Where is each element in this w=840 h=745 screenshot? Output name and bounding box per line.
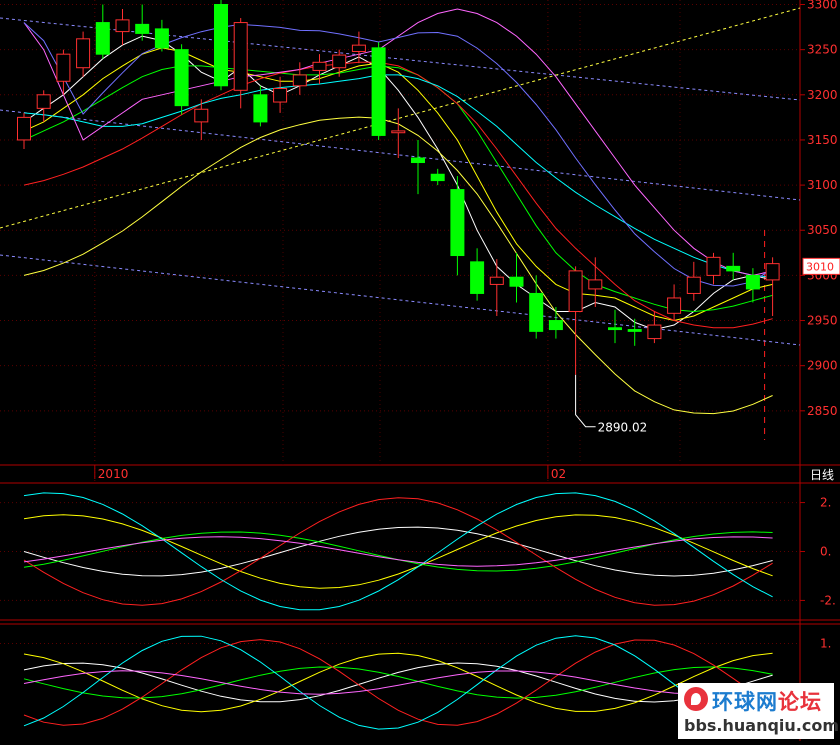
ma-line-4 [23, 74, 773, 278]
panel2-tick-label: 1. [820, 637, 831, 651]
candle-body [470, 261, 485, 294]
y-tick-label: 3200 [807, 88, 838, 102]
band-lower-line [23, 116, 773, 415]
watermark-title-part1: 环球网 [712, 690, 778, 714]
kline-chart: 3300325032003150310030503000295029002850… [0, 0, 840, 741]
candle-body [391, 130, 406, 134]
candle-body [233, 22, 248, 91]
candle-body [115, 19, 130, 33]
panel1-tick-label: -2. [820, 593, 836, 607]
watermark-title-part2: 论坛 [778, 690, 822, 714]
channel-mid-line [0, 109, 801, 201]
panel1-tick-label: 2. [820, 496, 831, 510]
candle-body [627, 329, 642, 332]
y-tick-label: 3150 [807, 133, 838, 147]
candle-body [509, 276, 524, 287]
osc2-line-1 [23, 652, 773, 713]
x-tick-label: 02 [551, 467, 566, 481]
candle-body [214, 4, 228, 87]
candle-body [686, 276, 701, 294]
y-tick-label: 3250 [807, 43, 838, 57]
candle-body [450, 189, 465, 257]
y-tick-label: 2950 [807, 314, 838, 328]
site-watermark: 环球网论坛 bbs.huanqiu.com [678, 683, 839, 739]
candle-body [489, 276, 504, 285]
chart-stage: 3300 3250 3200 3150 3100 3050 3000 2950 2900 2850… [0, 0, 840, 741]
candle-body [312, 61, 327, 71]
candle-body [667, 297, 682, 314]
candle-body [292, 74, 307, 87]
candle-body [568, 270, 583, 313]
candle-body [647, 324, 662, 340]
candle-body [154, 28, 169, 49]
panel1-tick-label: 0. [820, 545, 831, 559]
ma-line-1 [23, 47, 773, 322]
low-price-label: 2890.02 [598, 421, 648, 435]
candle-body [726, 265, 741, 272]
moving-average-lines [23, 8, 773, 415]
candle-body [351, 44, 366, 52]
x-tick-label: 2010 [98, 467, 129, 481]
ma-line-2 [23, 65, 773, 313]
candle-body [194, 108, 209, 123]
candle-body [765, 263, 780, 281]
candle-body [529, 292, 544, 332]
main-grid [0, 0, 840, 741]
candle-body [430, 173, 445, 182]
y-tick-label: 3100 [807, 178, 838, 192]
candle-body [706, 256, 721, 276]
candle-body [36, 94, 51, 109]
candle-body [56, 53, 71, 82]
oscillator-curves [23, 492, 773, 730]
candle-body [548, 320, 563, 331]
candle-body [174, 49, 189, 107]
osc2-line-3 [23, 639, 773, 726]
forum-logo-icon [684, 687, 708, 711]
candle-body [76, 38, 91, 69]
candle-body [332, 54, 347, 69]
y-tick-label: 2900 [807, 359, 838, 373]
y-tick-label: 3050 [807, 223, 838, 237]
candle-body [273, 87, 288, 103]
candle-body [411, 157, 425, 164]
low-leader-line [575, 374, 596, 428]
candle-body [17, 116, 31, 141]
watermark-url: bbs.huanqiu.com [684, 716, 840, 735]
y-tick-label: 3300 [807, 0, 838, 12]
osc2-line-4 [23, 635, 773, 730]
price-axis: 3300325032003150310030503000295029002850… [94, 0, 838, 651]
candle-body [745, 274, 760, 290]
annotations: 2890.02 3010 日线 [598, 257, 840, 482]
candle-body [371, 47, 386, 136]
candle-body [253, 94, 268, 123]
watermark-title: 环球网论坛 [712, 686, 822, 716]
ma-line-3 [23, 61, 773, 329]
candle-body [608, 327, 622, 331]
y-tick-label: 2850 [807, 404, 838, 418]
candle-body [95, 22, 110, 55]
period-label: 日线 [810, 468, 834, 482]
candle-body [135, 23, 150, 34]
last-price-tag: 3010 [806, 260, 834, 273]
candle-body [588, 279, 603, 290]
